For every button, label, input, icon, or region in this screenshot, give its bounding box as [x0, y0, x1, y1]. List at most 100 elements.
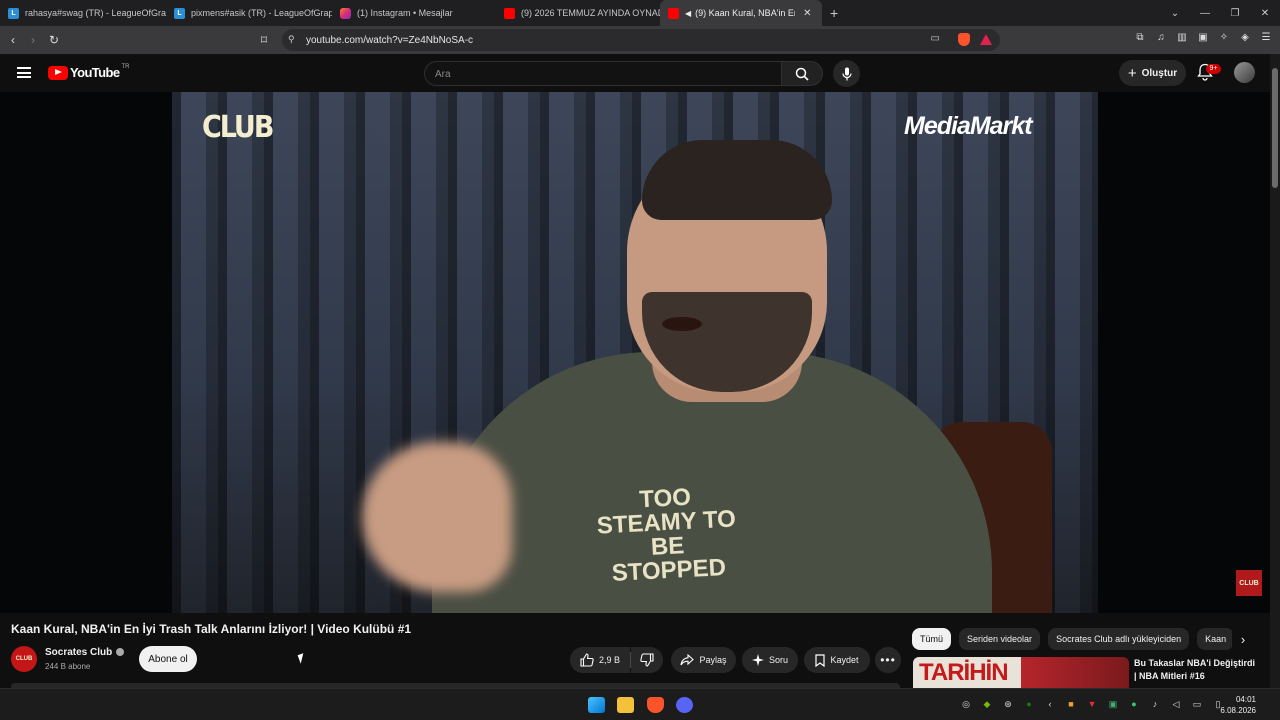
brave-shields-icon[interactable]	[958, 33, 970, 46]
back-icon[interactable]: ‹	[3, 33, 23, 47]
page-scrollbar[interactable]	[1270, 54, 1280, 688]
tray-network-icon[interactable]: ▭	[1191, 698, 1203, 710]
scrollbar-thumb[interactable]	[1272, 68, 1278, 188]
bookmark-icon[interactable]: ⌑	[254, 33, 274, 47]
system-tray: ◎ ◆ ⊛ ● ‹ ■ ▼ ▣ ● ♪ ◁ ▭ ▯	[960, 698, 1224, 710]
browser-toolbar: ‹ › ↻ ⌑ ⚲ youtube.com/watch?v=Ze4NbNoSA-…	[0, 26, 1280, 54]
recommended-title[interactable]: Bu Takaslar NBA'i Değiştirdi | NBA Mitle…	[1134, 657, 1260, 683]
minimize-icon[interactable]: —	[1190, 8, 1220, 19]
video-player[interactable]: TOO STEAMY TO BE STOPPED CLUB MediaMarkt…	[0, 92, 1270, 613]
tray-app3-icon[interactable]: ▼	[1086, 698, 1098, 710]
new-tab-icon[interactable]: +	[830, 5, 838, 21]
youtube-header: YouTube TR Ara + Oluştur	[0, 54, 1270, 92]
sparkle-icon	[751, 654, 764, 666]
tray-chevron-icon[interactable]: ‹	[1044, 698, 1056, 710]
share-icon	[680, 654, 695, 666]
file-explorer-icon[interactable]	[617, 697, 634, 713]
filter-chips: Tümü Seriden videolar Socrates Club adlı…	[912, 628, 1235, 650]
tray-mic-icon[interactable]: ♪	[1149, 698, 1161, 710]
channel-name[interactable]: Socrates Club	[45, 647, 125, 658]
wallet-icon[interactable]: ▣	[1197, 31, 1209, 43]
browser-tab-active[interactable]: ◀ (9) Kaan Kural, NBA'in En İyi T ✕	[660, 0, 822, 26]
tab-label: (1) Instagram • Mesajlar	[357, 8, 453, 18]
recommended-thumbnail[interactable]: TARİHİN	[913, 657, 1129, 688]
tray-xbox-icon[interactable]: ●	[1023, 698, 1035, 710]
taskbar-clock[interactable]: 04:01 6.08.2026	[1220, 694, 1256, 716]
subscriber-count: 244 B abone	[45, 662, 91, 671]
close-window-icon[interactable]: ✕	[1250, 8, 1280, 19]
speaker-mouth	[662, 317, 702, 331]
channel-avatar[interactable]: CLUB	[11, 646, 37, 672]
plus-icon: +	[1127, 64, 1137, 82]
browser-tab-4[interactable]: (9) 2026 TEMMUZ AYINDA OYNADIĞ	[496, 0, 660, 26]
discord-icon[interactable]	[676, 697, 693, 713]
mouse-cursor-icon	[297, 653, 307, 664]
voice-search-button[interactable]	[833, 60, 860, 87]
mediamarkt-watermark: MediaMarkt	[904, 112, 1033, 140]
reload-icon[interactable]: ↻	[44, 33, 64, 47]
tray-steam-icon[interactable]: ⊛	[1002, 698, 1014, 710]
menu-icon[interactable]: ☰	[1260, 31, 1272, 43]
site-info-icon[interactable]: ⚲	[288, 34, 295, 45]
restore-icon[interactable]: ❐	[1220, 8, 1250, 19]
vpn-shield-icon[interactable]: ◈	[1239, 31, 1251, 43]
chips-next-icon[interactable]: ›	[1232, 628, 1254, 650]
verified-icon	[116, 648, 125, 657]
brave-rewards-icon[interactable]	[980, 34, 992, 45]
browser-tab-1[interactable]: L rahasya#swag (TR) - LeagueOfGraphs	[0, 0, 166, 26]
address-bar[interactable]: ⚲ youtube.com/watch?v=Ze4NbNoSA-c ▭	[282, 29, 1000, 51]
create-button[interactable]: + Oluştur	[1119, 60, 1186, 86]
thumbnail-text: TARİHİN	[919, 659, 1009, 686]
create-label: Oluştur	[1141, 67, 1178, 79]
tray-nvidia-icon[interactable]: ◆	[981, 698, 993, 710]
clock-date: 6.08.2026	[1220, 706, 1256, 715]
guide-menu-icon[interactable]	[17, 67, 31, 78]
leagueofgraphs-favicon-icon: L	[174, 7, 185, 19]
shirt-print: TOO STEAMY TO BE STOPPED	[596, 483, 737, 587]
browser-tab-strip: L rahasya#swag (TR) - LeagueOfGraphs L p…	[0, 0, 1280, 26]
extensions-puzzle-icon[interactable]: ⧉	[1134, 31, 1146, 43]
tray-app2-icon[interactable]: ■	[1065, 698, 1077, 710]
video-frame: TOO STEAMY TO BE STOPPED CLUB MediaMarkt	[172, 92, 1098, 613]
chip-series[interactable]: Seriden videolar	[959, 628, 1041, 650]
save-button[interactable]: Kaydet	[804, 647, 870, 673]
ask-button[interactable]: Soru	[742, 647, 798, 673]
browser-tab-2[interactable]: L pixmens#asik (TR) - LeagueOfGraphs	[166, 0, 332, 26]
tab-search-chevron-icon[interactable]: ⌄	[1160, 8, 1190, 19]
forward-icon[interactable]: ›	[23, 33, 43, 47]
youtube-favicon-icon	[668, 7, 679, 19]
tab-label: rahasya#swag (TR) - LeagueOfGraphs	[25, 8, 166, 18]
close-tab-icon[interactable]: ✕	[803, 8, 811, 19]
like-button[interactable]: 2,9 B	[570, 647, 630, 673]
taskbar: ◎ ◆ ⊛ ● ‹ ■ ▼ ▣ ● ♪ ◁ ▭ ▯ 04:01 6.08.202…	[0, 688, 1280, 720]
sidebar-toggle-icon[interactable]: ▥	[1176, 31, 1188, 43]
youtube-play-icon	[48, 65, 68, 80]
tray-app5-icon[interactable]: ●	[1128, 698, 1140, 710]
chip-kaan[interactable]: Kaan	[1197, 628, 1235, 650]
chip-uploader[interactable]: Socrates Club adlı yükleyiciden	[1048, 628, 1190, 650]
windows-start-icon[interactable]	[588, 697, 605, 713]
media-music-icon[interactable]: ♫	[1155, 31, 1167, 43]
brave-browser-icon[interactable]	[647, 697, 664, 713]
clock-time: 04:01	[1235, 695, 1256, 704]
tray-app4-icon[interactable]: ▣	[1107, 698, 1119, 710]
chip-all[interactable]: Tümü	[912, 628, 952, 650]
speaker-hand	[362, 442, 512, 592]
share-button[interactable]: Paylaş	[671, 647, 736, 673]
tray-volume-icon[interactable]: ◁	[1170, 698, 1182, 710]
channel-watermark[interactable]: CLUB	[1236, 570, 1262, 596]
save-label: Kaydet	[830, 655, 859, 665]
subscribe-button[interactable]: Abone ol	[139, 646, 197, 672]
tray-app-icon[interactable]: ◎	[960, 698, 972, 710]
leo-ai-icon[interactable]: ✧	[1218, 31, 1230, 43]
account-avatar[interactable]	[1234, 62, 1255, 83]
search-input[interactable]: Ara	[424, 61, 782, 86]
cast-icon[interactable]: ▭	[931, 33, 940, 44]
search-placeholder: Ara	[435, 69, 451, 80]
search-button[interactable]	[781, 61, 823, 86]
dislike-button[interactable]	[631, 647, 663, 673]
browser-tab-3[interactable]: (1) Instagram • Mesajlar	[332, 0, 496, 26]
speaker-hair	[642, 140, 832, 220]
more-actions-button[interactable]: •••	[875, 647, 901, 673]
youtube-logo[interactable]: YouTube TR	[48, 64, 129, 80]
